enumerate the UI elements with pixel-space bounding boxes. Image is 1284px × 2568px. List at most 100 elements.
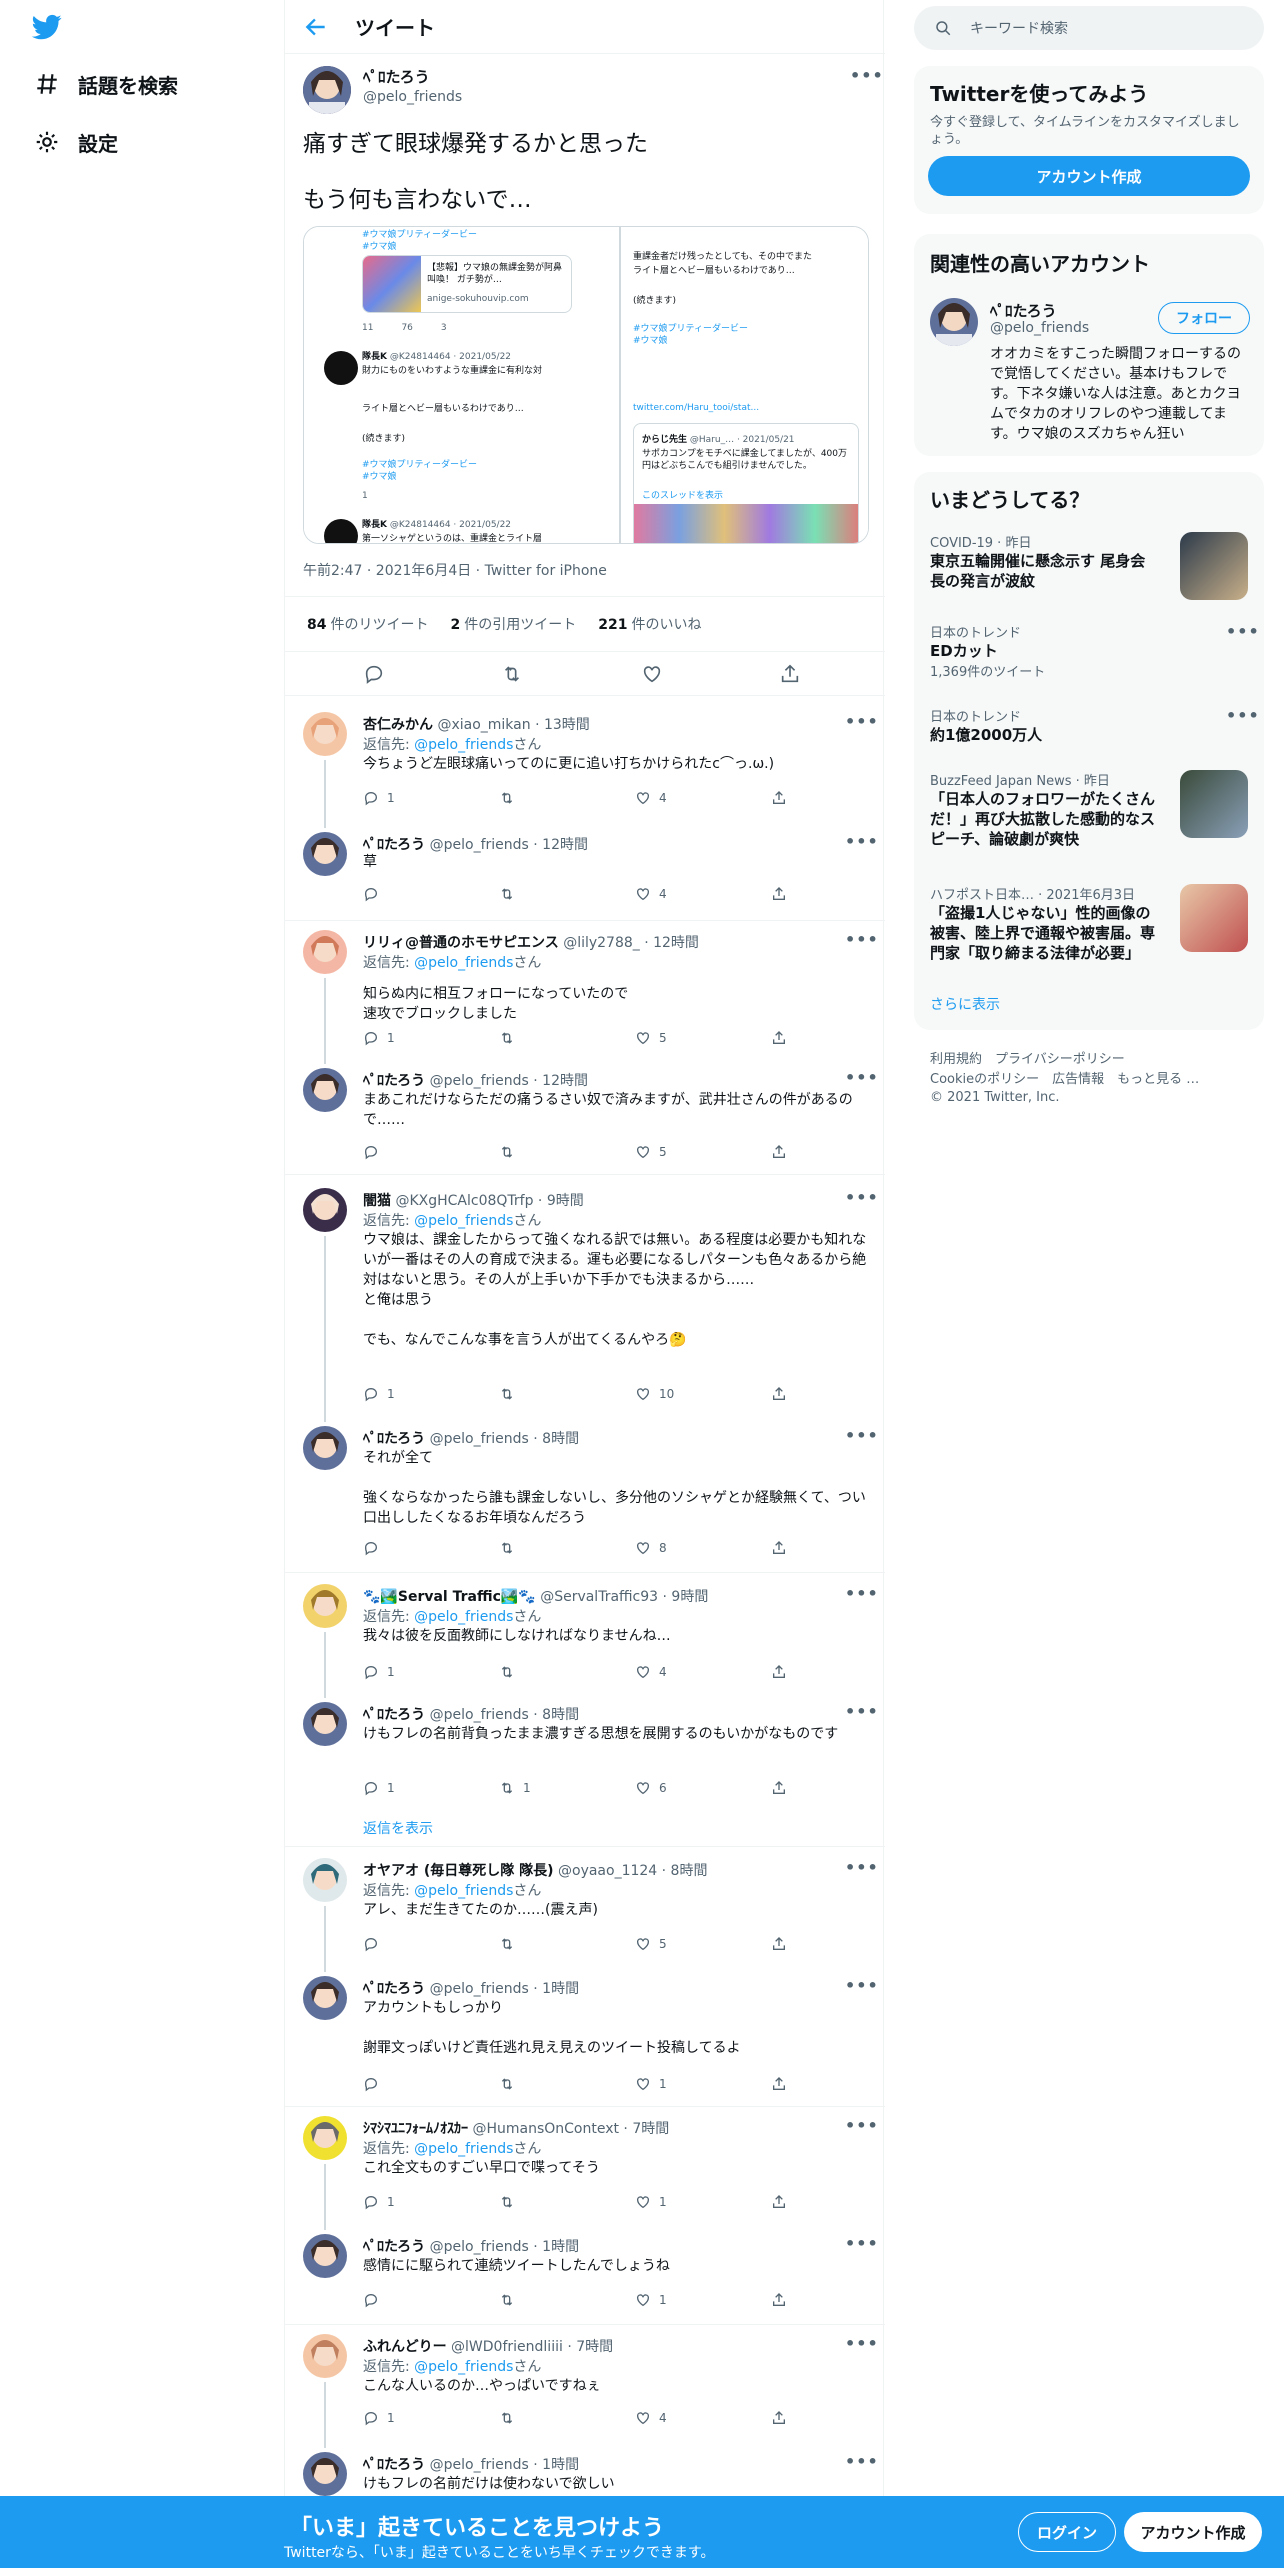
avatar[interactable] (303, 66, 351, 114)
reply-tweet[interactable]: ﾍﾟﾛたろう @pelo_friends · 8時間 ••• それが全て 強くならな… (285, 1426, 885, 1564)
retweet-icon[interactable] (499, 1664, 523, 1680)
avatar[interactable] (303, 930, 347, 974)
login-button[interactable]: ログイン (1018, 2512, 1116, 2552)
trend-thumbnail[interactable] (1180, 884, 1248, 952)
share-icon[interactable] (771, 2410, 795, 2426)
share-icon[interactable] (771, 1540, 795, 1556)
reply-handle-time[interactable]: @oyaao_1124 · 8時間 (558, 1863, 707, 1879)
retweet-icon[interactable] (499, 886, 523, 902)
avatar[interactable] (303, 1068, 347, 1112)
like-stat[interactable]: 221 件のいいね (598, 614, 701, 634)
reply-icon[interactable] (363, 2076, 387, 2092)
retweet-icon[interactable] (499, 790, 523, 806)
retweet-icon[interactable] (499, 2076, 523, 2092)
reply-tweet[interactable]: ﾍﾟﾛたろう @pelo_friends · 12時間 ••• まあこれだけならただ… (285, 1068, 885, 1168)
more-options-icon[interactable]: ••• (845, 1188, 879, 1207)
retweet-icon[interactable] (499, 1144, 523, 1160)
replying-to-handle[interactable]: @pelo_friends (414, 2141, 513, 2157)
follow-button[interactable]: フォロー (1158, 302, 1250, 334)
reply-tweet[interactable]: オヤアオ (毎日尊死し隊 隊長) @oyaao_1124 · 8時間 ••• 返信先… (285, 1858, 885, 1972)
reply-icon[interactable] (363, 1540, 387, 1556)
share-icon[interactable] (771, 2292, 795, 2308)
reply-handle-time[interactable]: @lily2788_ · 12時間 (563, 935, 699, 951)
search-bar[interactable]: キーワード検索 (914, 6, 1264, 50)
share-icon[interactable] (771, 2194, 795, 2210)
avatar[interactable] (303, 1426, 347, 1470)
nav-settings[interactable]: 設定 (34, 122, 118, 162)
avatar[interactable] (303, 2116, 347, 2160)
more-options-icon[interactable]: ••• (1226, 622, 1260, 641)
reply-handle-time[interactable]: @ServalTraffic93 · 9時間 (540, 1589, 708, 1605)
share-icon[interactable] (779, 663, 801, 685)
trend-thumbnail[interactable] (1180, 770, 1248, 838)
like-icon[interactable]: 10 (635, 1386, 674, 1402)
like-icon[interactable]: 1 (635, 2194, 667, 2210)
like-icon[interactable]: 1 (635, 2076, 667, 2092)
more-options-icon[interactable]: ••• (845, 832, 879, 851)
reply-tweet[interactable]: ｼﾏｼﾏﾕﾆﾌｫｰﾑﾉｵｽｶｰ @HumansOnContext · 7時間 ••… (285, 2116, 885, 2230)
footer-links-2[interactable]: Cookieのポリシー 広告情報 もっと見る … (930, 1068, 1199, 1087)
reply-tweet[interactable]: ﾍﾟﾛたろう @pelo_friends · 1時間 ••• 感情にに駆られて連続ツ… (285, 2234, 885, 2316)
reply-tweet[interactable]: ﾍﾟﾛたろう @pelo_friends · 8時間 ••• けもフレの名前背負った… (285, 1702, 885, 1804)
reply-icon[interactable] (363, 1144, 387, 1160)
retweet-icon[interactable]: 1 (499, 1780, 531, 1796)
reply-author-name[interactable]: ﾍﾟﾛたろう (363, 2457, 425, 2473)
reply-handle-time[interactable]: @xiao_mikan · 13時間 (437, 717, 589, 733)
avatar[interactable] (303, 1858, 347, 1902)
reply-handle-time[interactable]: @pelo_friends · 8時間 (430, 1707, 579, 1723)
reply-handle-time[interactable]: @pelo_friends · 12時間 (430, 837, 588, 853)
retweet-icon[interactable] (499, 2194, 523, 2210)
show-replies-link[interactable]: 返信を表示 (363, 1818, 433, 1838)
reply-author-name[interactable]: 杏仁みかん (363, 717, 433, 733)
avatar[interactable] (303, 1188, 347, 1232)
reply-author-name[interactable]: ﾍﾟﾛたろう (363, 1431, 425, 1447)
avatar[interactable] (303, 2334, 347, 2378)
twitter-logo-icon[interactable] (30, 12, 64, 42)
more-options-icon[interactable]: ••• (845, 712, 879, 731)
like-icon[interactable]: 4 (635, 2410, 667, 2426)
avatar[interactable] (303, 2234, 347, 2278)
like-icon[interactable]: 4 (635, 886, 667, 902)
more-options-icon[interactable]: ••• (1226, 706, 1260, 725)
reply-handle-time[interactable]: @pelo_friends · 8時間 (430, 1431, 579, 1447)
share-icon[interactable] (771, 790, 795, 806)
reply-author-name[interactable]: リリィ@普通のホモサピエンス (363, 935, 559, 951)
share-icon[interactable] (771, 886, 795, 902)
retweet-icon[interactable] (499, 1936, 523, 1952)
reply-tweet[interactable]: 🐾🏞️Serval Traffic🏞️🐾 @ServalTraffic93 · … (285, 1584, 885, 1698)
reply-icon[interactable] (363, 1936, 387, 1952)
more-options-icon[interactable]: ••• (845, 2334, 879, 2353)
reply-icon[interactable]: 1 (363, 1030, 395, 1046)
more-options-icon[interactable]: ••• (845, 1702, 879, 1721)
reply-author-name[interactable]: ﾍﾟﾛたろう (363, 837, 425, 853)
search-input[interactable]: キーワード検索 (970, 18, 1068, 38)
reply-icon[interactable]: 1 (363, 1664, 395, 1680)
share-icon[interactable] (771, 1030, 795, 1046)
signup-button[interactable]: アカウント作成 (928, 156, 1250, 196)
more-options-icon[interactable]: ••• (845, 1976, 879, 1995)
like-icon[interactable]: 5 (635, 1144, 667, 1160)
avatar[interactable] (303, 1584, 347, 1628)
reply-tweet[interactable]: ﾍﾟﾛたろう @pelo_friends · 12時間 ••• 草 4 (285, 832, 885, 910)
avatar[interactable] (303, 2452, 347, 2496)
retweet-icon[interactable] (501, 663, 523, 685)
share-icon[interactable] (771, 1386, 795, 1402)
reply-handle-time[interactable]: @lWD0friendliiii · 7時間 (451, 2339, 613, 2355)
share-icon[interactable] (771, 1936, 795, 1952)
reply-author-name[interactable]: ﾍﾟﾛたろう (363, 1073, 425, 1089)
reply-tweet[interactable]: 杏仁みかん @xiao_mikan · 13時間 ••• 返信先: @pelo_fr… (285, 712, 885, 828)
more-options-icon[interactable]: ••• (845, 930, 879, 949)
more-options-icon[interactable]: ••• (845, 2116, 879, 2135)
more-options-icon[interactable]: ••• (845, 2234, 879, 2253)
replying-to-handle[interactable]: @pelo_friends (414, 955, 513, 971)
reply-author-name[interactable]: ﾍﾟﾛたろう (363, 1707, 425, 1723)
reply-handle-time[interactable]: @pelo_friends · 1時間 (430, 1981, 579, 1997)
reply-icon[interactable]: 1 (363, 2194, 395, 2210)
reply-author-name[interactable]: オヤアオ (毎日尊死し隊 隊長) (363, 1863, 554, 1879)
replying-to-handle[interactable]: @pelo_friends (414, 1609, 513, 1625)
trend-item[interactable]: 日本のトレンド 約1億2000万人 ••• (930, 706, 1259, 745)
reply-author-name[interactable]: ふれんどりー (363, 2339, 447, 2355)
reply-handle-time[interactable]: @KXgHCAlc08QTrfp · 9時間 (395, 1193, 583, 1209)
reply-handle-time[interactable]: @pelo_friends · 1時間 (430, 2239, 579, 2255)
like-icon[interactable]: 5 (635, 1936, 667, 1952)
